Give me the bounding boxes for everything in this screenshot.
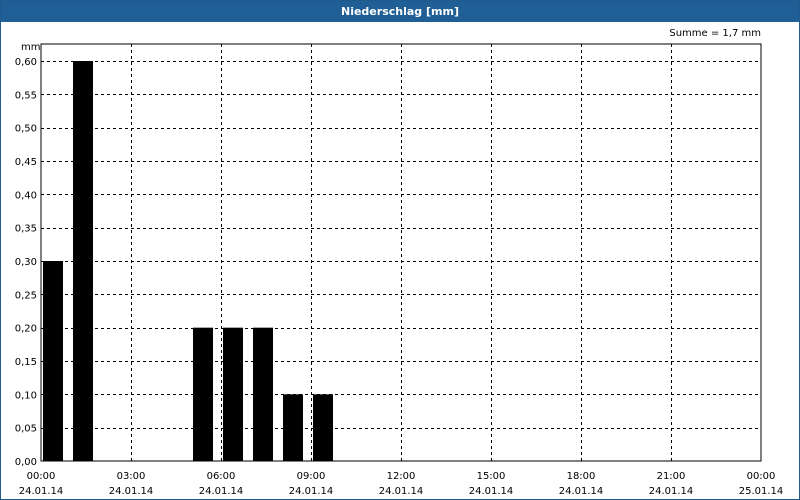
x-axis: 00:00 24.01.14 03:00 24.01.14 06:00 24.01.14 0…	[19, 471, 784, 497]
x-tick-time: 21:00	[657, 471, 686, 482]
bar	[283, 394, 303, 461]
x-tick-date: 24.01.14	[649, 486, 694, 497]
y-tick-label: 0,05	[15, 424, 37, 435]
x-tick-time: 00:00	[27, 471, 56, 482]
bar	[313, 394, 333, 461]
y-tick-label: 0,25	[15, 290, 37, 301]
x-tick-date: 24.01.14	[469, 486, 514, 497]
sum-label: Summe = 1,7 mm	[669, 28, 761, 39]
y-tick-label: 0,10	[15, 390, 37, 401]
bar	[253, 327, 273, 461]
x-tick-date: 24.01.14	[289, 486, 334, 497]
bar	[193, 327, 213, 461]
y-tick-label: 0,15	[15, 357, 37, 368]
x-tick-time: 15:00	[477, 471, 506, 482]
x-tick-date: 24.01.14	[199, 486, 244, 497]
bar	[43, 261, 63, 461]
y-tick-label: 0,45	[15, 157, 37, 168]
x-tick-time: 03:00	[117, 471, 146, 482]
x-tick-date: 24.01.14	[109, 486, 154, 497]
x-tick-time: 18:00	[567, 471, 596, 482]
y-axis-unit: mm	[21, 42, 40, 53]
y-tick-label: 0,20	[15, 324, 37, 335]
x-tick-time: 09:00	[297, 471, 326, 482]
x-tick-date: 24.01.14	[559, 486, 604, 497]
x-tick-date: 24.01.14	[379, 486, 424, 497]
x-tick-time: 06:00	[207, 471, 236, 482]
grid	[41, 44, 761, 461]
y-tick-label: 0,50	[15, 124, 37, 135]
x-tick-date: 25.01.14	[739, 486, 784, 497]
y-tick-label: 0,60	[15, 57, 37, 68]
x-tick-time: 12:00	[387, 471, 416, 482]
y-tick-label: 0,55	[15, 90, 37, 101]
y-tick-label: 0,35	[15, 224, 37, 235]
bar	[73, 61, 93, 461]
precipitation-chart: mm Summe = 1,7 mm 0,000,050,100,150,200,…	[15, 28, 784, 497]
x-tick-time: 00:00	[747, 471, 776, 482]
y-tick-label: 0,00	[15, 457, 37, 468]
bar	[223, 327, 243, 461]
y-tick-label: 0,40	[15, 190, 37, 201]
y-tick-label: 0,30	[15, 257, 37, 268]
x-tick-date: 24.01.14	[19, 486, 64, 497]
y-axis: 0,00 0,05 0,10 0,15 0,20 0,25 0,30 0,35 0,40 0,45…	[15, 57, 37, 468]
